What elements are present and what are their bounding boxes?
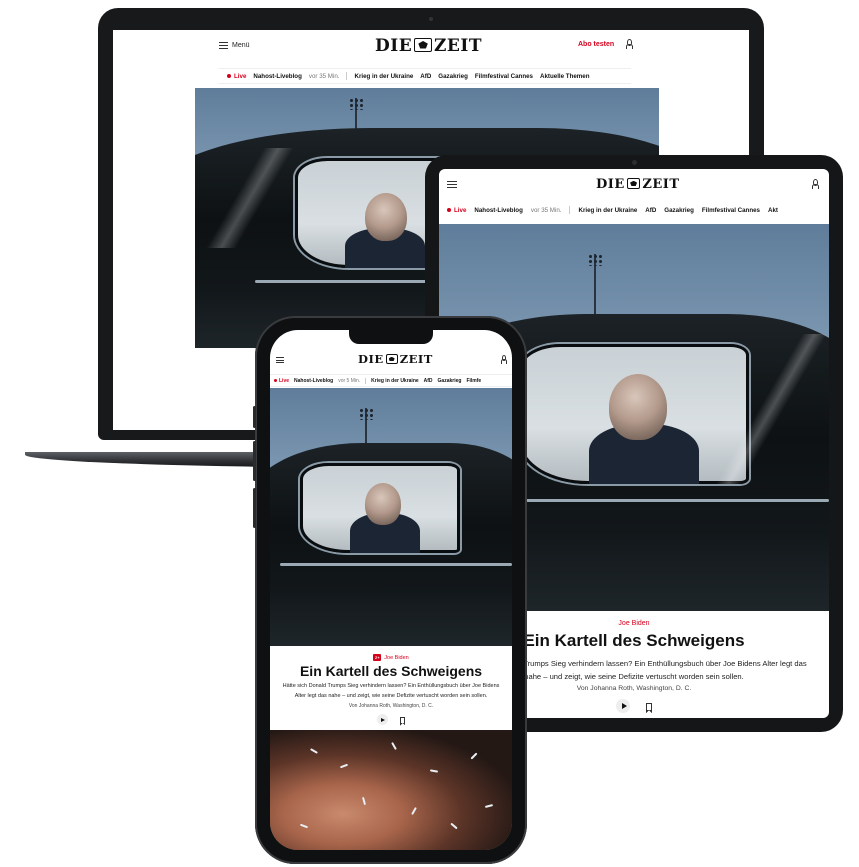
image-detail bbox=[391, 742, 397, 750]
live-badge[interactable]: Live bbox=[274, 378, 289, 384]
nav-item-time: vor 35 Min. bbox=[308, 72, 340, 80]
menu-icon bbox=[219, 42, 228, 49]
bookmark-icon[interactable] bbox=[646, 702, 652, 714]
play-icon[interactable] bbox=[616, 699, 630, 713]
image-detail bbox=[484, 803, 494, 809]
site-logo[interactable]: DIE ZEIT bbox=[375, 36, 482, 56]
image-detail bbox=[470, 752, 478, 760]
passenger-head bbox=[365, 483, 401, 525]
live-dot-icon bbox=[447, 208, 451, 212]
article-headline[interactable]: Ein Kartell des Schweigens bbox=[270, 663, 512, 679]
passenger-head bbox=[365, 193, 407, 241]
subscribe-link[interactable]: Abo testen bbox=[578, 41, 614, 48]
topic-nav: Live Nahost-Liveblog vor 35 Min. Krieg i… bbox=[439, 203, 829, 217]
phone-screen: DIE ZEIT Live Nahost-Liveblog vor 5 Min. … bbox=[270, 330, 512, 850]
topic-nav: Live Nahost-Liveblog vor 5 Min. Krieg in… bbox=[270, 374, 512, 387]
image-detail bbox=[299, 823, 309, 829]
nav-item-ukraine[interactable]: Krieg in der Ukraine bbox=[578, 207, 637, 214]
nav-item-time: vor 35 Min. bbox=[530, 206, 562, 214]
live-dot-icon bbox=[227, 74, 231, 78]
account-icon[interactable] bbox=[811, 179, 820, 189]
nav-item-gazakrieg[interactable]: Gazakrieg bbox=[664, 207, 694, 214]
live-badge[interactable]: Live bbox=[227, 73, 246, 80]
nav-item-aktuelle-themen[interactable]: Aktuelle Themen bbox=[540, 73, 590, 80]
nav-item-truncated[interactable]: Filmfe bbox=[466, 378, 481, 384]
phone-device: DIE ZEIT Live Nahost-Liveblog vor 5 Min. … bbox=[253, 316, 527, 864]
eagle-logo-icon bbox=[414, 37, 432, 52]
logo-text-right: ZEIT bbox=[399, 352, 433, 366]
article-teaser: Hätte sich Donald Trumps Sieg verhindern… bbox=[282, 683, 500, 699]
phone-notch bbox=[349, 330, 433, 344]
secondary-image[interactable] bbox=[270, 730, 512, 850]
phone-side-button bbox=[253, 441, 256, 481]
kicker-label: Joe Biden bbox=[384, 654, 409, 661]
menu-label: Menü bbox=[232, 42, 250, 49]
nav-item-truncated[interactable]: Akt bbox=[768, 207, 778, 214]
site-logo[interactable]: DIE ZEIT bbox=[358, 352, 433, 366]
live-dot-icon bbox=[274, 379, 277, 382]
play-icon[interactable] bbox=[377, 714, 388, 725]
nav-item-afd[interactable]: AfD bbox=[420, 73, 431, 80]
live-label: Live bbox=[234, 72, 247, 80]
hero-image[interactable] bbox=[270, 388, 512, 646]
zplus-badge-icon: Z+ bbox=[373, 654, 382, 661]
floodlight bbox=[588, 254, 602, 314]
image-detail bbox=[339, 763, 349, 769]
live-label: Live bbox=[454, 206, 467, 214]
image-detail bbox=[361, 796, 367, 806]
bookmark-icon[interactable] bbox=[400, 716, 405, 727]
phone-side-button bbox=[253, 406, 256, 428]
nav-item-time: vor 5 Min. bbox=[338, 377, 361, 384]
car-chrome bbox=[280, 563, 512, 566]
logo-text-left: DIE bbox=[358, 352, 384, 366]
nav-item-afd[interactable]: AfD bbox=[645, 207, 656, 214]
nav-item-nahost-liveblog[interactable]: Nahost-Liveblog bbox=[474, 207, 522, 214]
site-logo[interactable]: DIE ZEIT bbox=[596, 177, 680, 192]
site-header: Menü DIE ZEIT Abo testen bbox=[113, 30, 749, 62]
account-icon[interactable] bbox=[500, 355, 508, 364]
nav-item-gazakrieg[interactable]: Gazakrieg bbox=[438, 378, 462, 384]
logo-text-left: DIE bbox=[375, 36, 413, 56]
image-detail bbox=[429, 769, 439, 773]
logo-text-right: ZEIT bbox=[642, 177, 680, 192]
nav-divider bbox=[346, 72, 348, 80]
nav-divider bbox=[365, 377, 367, 384]
logo-text-left: DIE bbox=[596, 177, 625, 192]
topic-nav: Live Nahost-Liveblog vor 35 Min. Krieg i… bbox=[219, 68, 631, 84]
eagle-logo-icon bbox=[626, 177, 641, 189]
nav-item-cannes[interactable]: Filmfestival Cannes bbox=[702, 207, 760, 214]
logo-text-right: ZEIT bbox=[434, 36, 482, 56]
article-byline: Von Johanna Roth, Washington, D. C. bbox=[348, 703, 434, 709]
tablet-camera bbox=[632, 160, 637, 165]
menu-icon[interactable] bbox=[447, 181, 457, 188]
image-detail bbox=[450, 822, 458, 830]
image-detail bbox=[411, 807, 417, 815]
account-icon[interactable] bbox=[625, 39, 634, 49]
image-detail bbox=[310, 748, 318, 754]
eagle-logo-icon bbox=[385, 354, 398, 364]
menu-button[interactable]: Menü bbox=[219, 42, 250, 49]
nav-item-cannes[interactable]: Filmfestival Cannes bbox=[475, 73, 533, 80]
live-badge[interactable]: Live bbox=[447, 207, 466, 214]
article-actions bbox=[270, 714, 512, 727]
nav-item-gazakrieg[interactable]: Gazakrieg bbox=[438, 73, 468, 80]
laptop-camera bbox=[429, 17, 433, 21]
nav-item-ukraine[interactable]: Krieg in der Ukraine bbox=[371, 378, 419, 384]
nav-item-nahost-liveblog[interactable]: Nahost-Liveblog bbox=[253, 73, 301, 80]
nav-item-afd[interactable]: AfD bbox=[424, 378, 433, 384]
nav-divider bbox=[569, 206, 571, 214]
passenger-head bbox=[609, 374, 667, 440]
phone-side-button bbox=[253, 488, 256, 528]
menu-icon[interactable] bbox=[276, 357, 284, 363]
nav-item-nahost-liveblog[interactable]: Nahost-Liveblog bbox=[294, 378, 333, 384]
nav-item-ukraine[interactable]: Krieg in der Ukraine bbox=[354, 73, 413, 80]
live-label: Live bbox=[279, 377, 290, 384]
article-kicker[interactable]: Z+ Joe Biden bbox=[270, 654, 512, 661]
